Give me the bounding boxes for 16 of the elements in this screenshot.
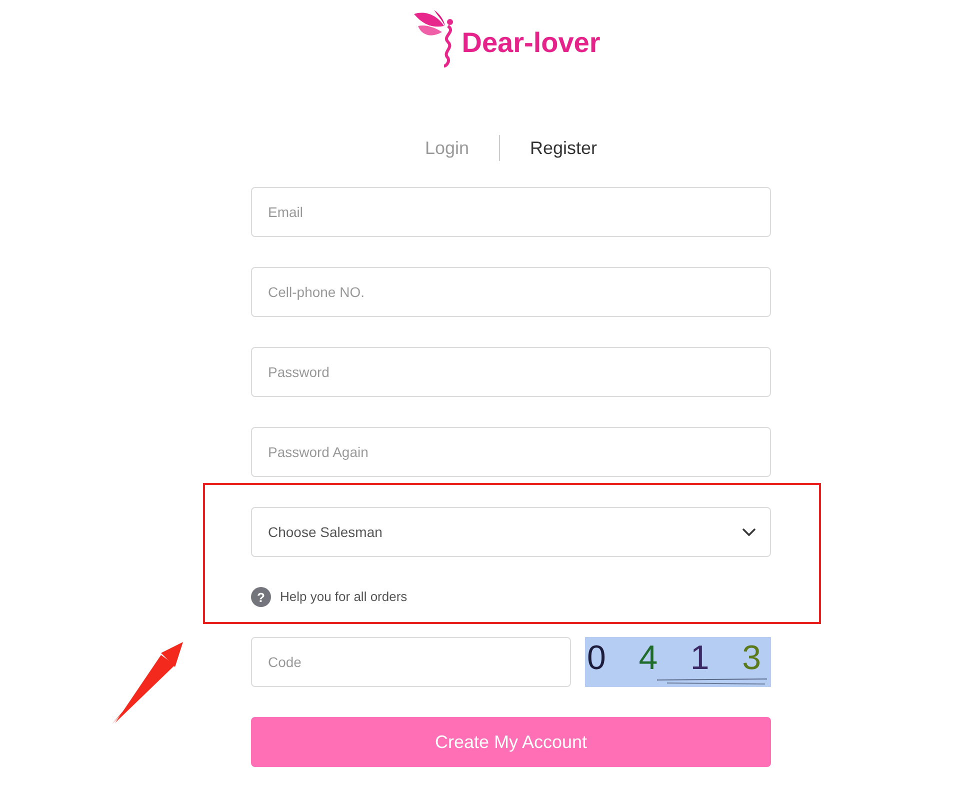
captcha-character: 3: [742, 639, 761, 677]
captcha-character: 1: [690, 639, 710, 677]
input-field[interactable]: Email: [251, 187, 771, 237]
code-input-field[interactable]: Code: [251, 637, 571, 687]
captcha-image[interactable]: 0 4 1 3: [585, 637, 771, 687]
salesman-dropdown[interactable]: Choose Salesman: [251, 507, 771, 557]
input-field[interactable]: Password Again: [251, 427, 771, 477]
tab[interactable]: Register: [530, 139, 598, 157]
input-field[interactable]: Cell-phone NO.: [251, 267, 771, 317]
help-text: Help you for all orders: [280, 588, 408, 606]
logo-text: Dear-lover: [462, 29, 600, 57]
captcha-character: 0: [587, 639, 606, 677]
captcha-character: 4: [638, 639, 658, 677]
help-icon: ?: [251, 587, 271, 607]
input-field[interactable]: Password: [251, 347, 771, 397]
chevron-down-icon: [742, 528, 756, 536]
